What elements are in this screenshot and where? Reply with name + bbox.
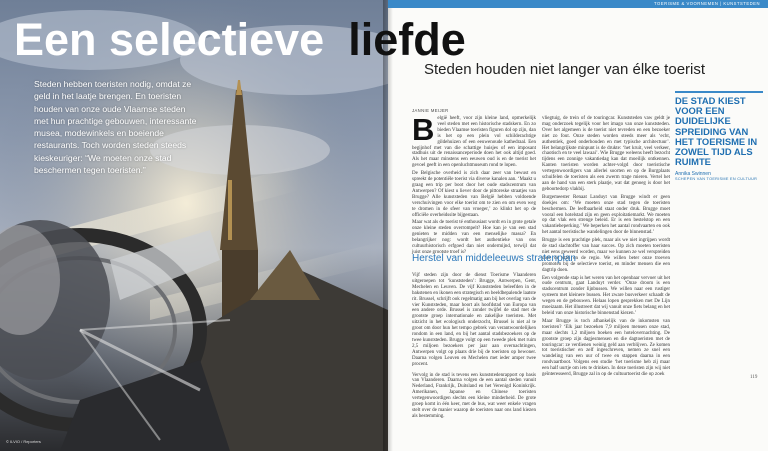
text-column-1: B elgië heeft, voor zijn kleine land, op… [412, 112, 536, 258]
intro-paragraph: De Belgische overheid is zich daar zeer … [412, 171, 536, 218]
body-paragraph: Burgemeester Renaat Landuyt van Brugge w… [542, 194, 670, 236]
section-label: TOERISME & VOORNEMEN | KUNSTSTEDEN [654, 1, 760, 6]
pull-quote: De stad kiest voor een duidelijke spreid… [675, 91, 763, 181]
page-gutter [383, 0, 393, 451]
body-paragraph: Vervolg in de stad is tevens een kunstst… [412, 372, 536, 419]
pull-quote-text: De stad kiest voor een duidelijke spreid… [675, 95, 758, 168]
article-headline: Een selectieve liefde [14, 16, 466, 64]
pull-quote-role: SCHEPEN VAN TOERISME EN CULTUUR [675, 177, 758, 182]
body-paragraph: vliegtuig, de trein of de touringcar. Ku… [542, 116, 670, 192]
pull-quote-rule [675, 91, 763, 93]
cover-photo: Steden hebben toeristen nodig, omdat ze … [0, 0, 388, 451]
drop-cap: B [412, 112, 435, 147]
text-column-1-lower: Vijf steden zijn door de dienst Toerisme… [412, 268, 536, 425]
article-subtitle: Steden houden niet langer van élke toeri… [424, 61, 706, 78]
body-paragraph: Vijf steden zijn door de dienst Toerisme… [412, 273, 536, 367]
body-paragraph: Maar Brugge is toch afhankelijk van de i… [542, 318, 670, 378]
photo-credit: © ILVIO / Reporters [6, 439, 41, 444]
text-column-2: vliegtuig, de trein of de touringcar. Ku… [542, 116, 670, 380]
magazine-spread: Steden hebben toeristen nodig, omdat ze … [0, 0, 768, 451]
cathedral-photo-illustration [0, 0, 388, 451]
headline-part-black: liefde [348, 14, 466, 65]
photo-caption: Steden hebben toeristen nodig, omdat ze … [34, 79, 197, 176]
section-bar: TOERISME & VOORNEMEN | KUNSTSTEDEN [388, 0, 768, 8]
section-subhead: Herstel van middeleeuws stratenplan [412, 253, 576, 264]
intro-paragraph: Maar wat als de toerist té enthousiast w… [412, 220, 536, 255]
headline-part-white: Een selectieve [14, 14, 325, 65]
body-paragraph: Een volgende stap is het weren van het o… [542, 275, 670, 316]
page-number: 119 [750, 375, 758, 380]
